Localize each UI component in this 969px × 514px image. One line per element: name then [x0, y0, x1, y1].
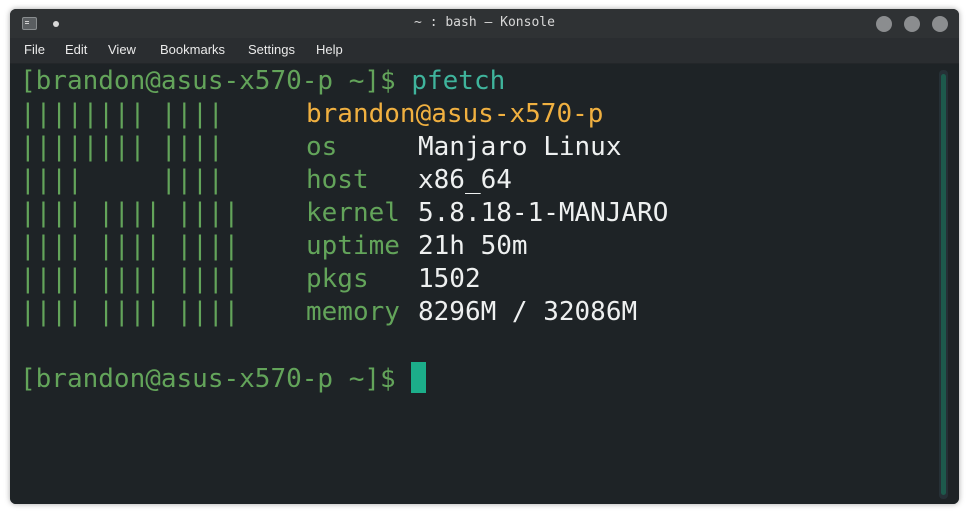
- user-host: brandon@asus-x570-p: [306, 99, 604, 129]
- window-title: ~ : bash — Konsole: [414, 15, 555, 30]
- info-value: 1502: [418, 264, 481, 294]
- info-key: host: [306, 165, 369, 195]
- terminal-output[interactable]: [brandon@asus-x570-p ~]$ pfetch ||||||||…: [10, 64, 959, 504]
- minimize-icon[interactable]: [876, 16, 892, 32]
- menu-bar: File Edit View Bookmarks Settings Help: [10, 38, 959, 64]
- title-bar[interactable]: ~ : bash — Konsole: [10, 9, 959, 38]
- logo-line: |||| |||| ||||: [20, 231, 240, 261]
- menu-edit[interactable]: Edit: [65, 42, 87, 57]
- maximize-icon[interactable]: [904, 16, 920, 32]
- command: pfetch: [411, 66, 506, 96]
- text-cursor: [411, 362, 427, 393]
- info-value: x86_64: [418, 165, 512, 195]
- prompt: [brandon@asus-x570-p ~]$: [20, 364, 396, 394]
- menu-file[interactable]: File: [24, 42, 45, 57]
- command-line: [brandon@asus-x570-p ~]$ pfetch: [20, 65, 505, 98]
- logo-line: |||| |||| ||||: [20, 198, 240, 228]
- konsole-window: ~ : bash — Konsole File Edit View Bookma…: [10, 9, 959, 504]
- menu-view[interactable]: View: [108, 42, 136, 57]
- menu-settings[interactable]: Settings: [248, 42, 295, 57]
- scrollbar-handle[interactable]: [941, 74, 946, 495]
- close-icon[interactable]: [932, 16, 948, 32]
- info-key: kernel: [306, 198, 400, 228]
- logo-line: |||||||| ||||: [20, 132, 224, 162]
- prompt-line: [brandon@asus-x570-p ~]$: [20, 362, 427, 396]
- logo-line: |||| ||||: [20, 165, 224, 195]
- info-value: 5.8.18-1-MANJARO: [418, 198, 669, 228]
- info-value: 8296M / 32086M: [418, 297, 638, 327]
- info-key: pkgs: [306, 264, 369, 294]
- info-key: uptime: [306, 231, 400, 261]
- info-key: os: [306, 132, 338, 162]
- info-value: Manjaro Linux: [418, 132, 622, 162]
- menu-bookmarks[interactable]: Bookmarks: [160, 42, 225, 57]
- info-key: memory: [306, 297, 400, 327]
- logo-line: |||||||| ||||: [20, 99, 224, 129]
- logo-line: |||| |||| ||||: [20, 297, 240, 327]
- info-value: 21h 50m: [418, 231, 528, 261]
- scrollbar[interactable]: [939, 70, 948, 499]
- logo-line: |||| |||| ||||: [20, 264, 240, 294]
- prompt: [brandon@asus-x570-p ~]$: [20, 66, 396, 96]
- menu-help[interactable]: Help: [316, 42, 343, 57]
